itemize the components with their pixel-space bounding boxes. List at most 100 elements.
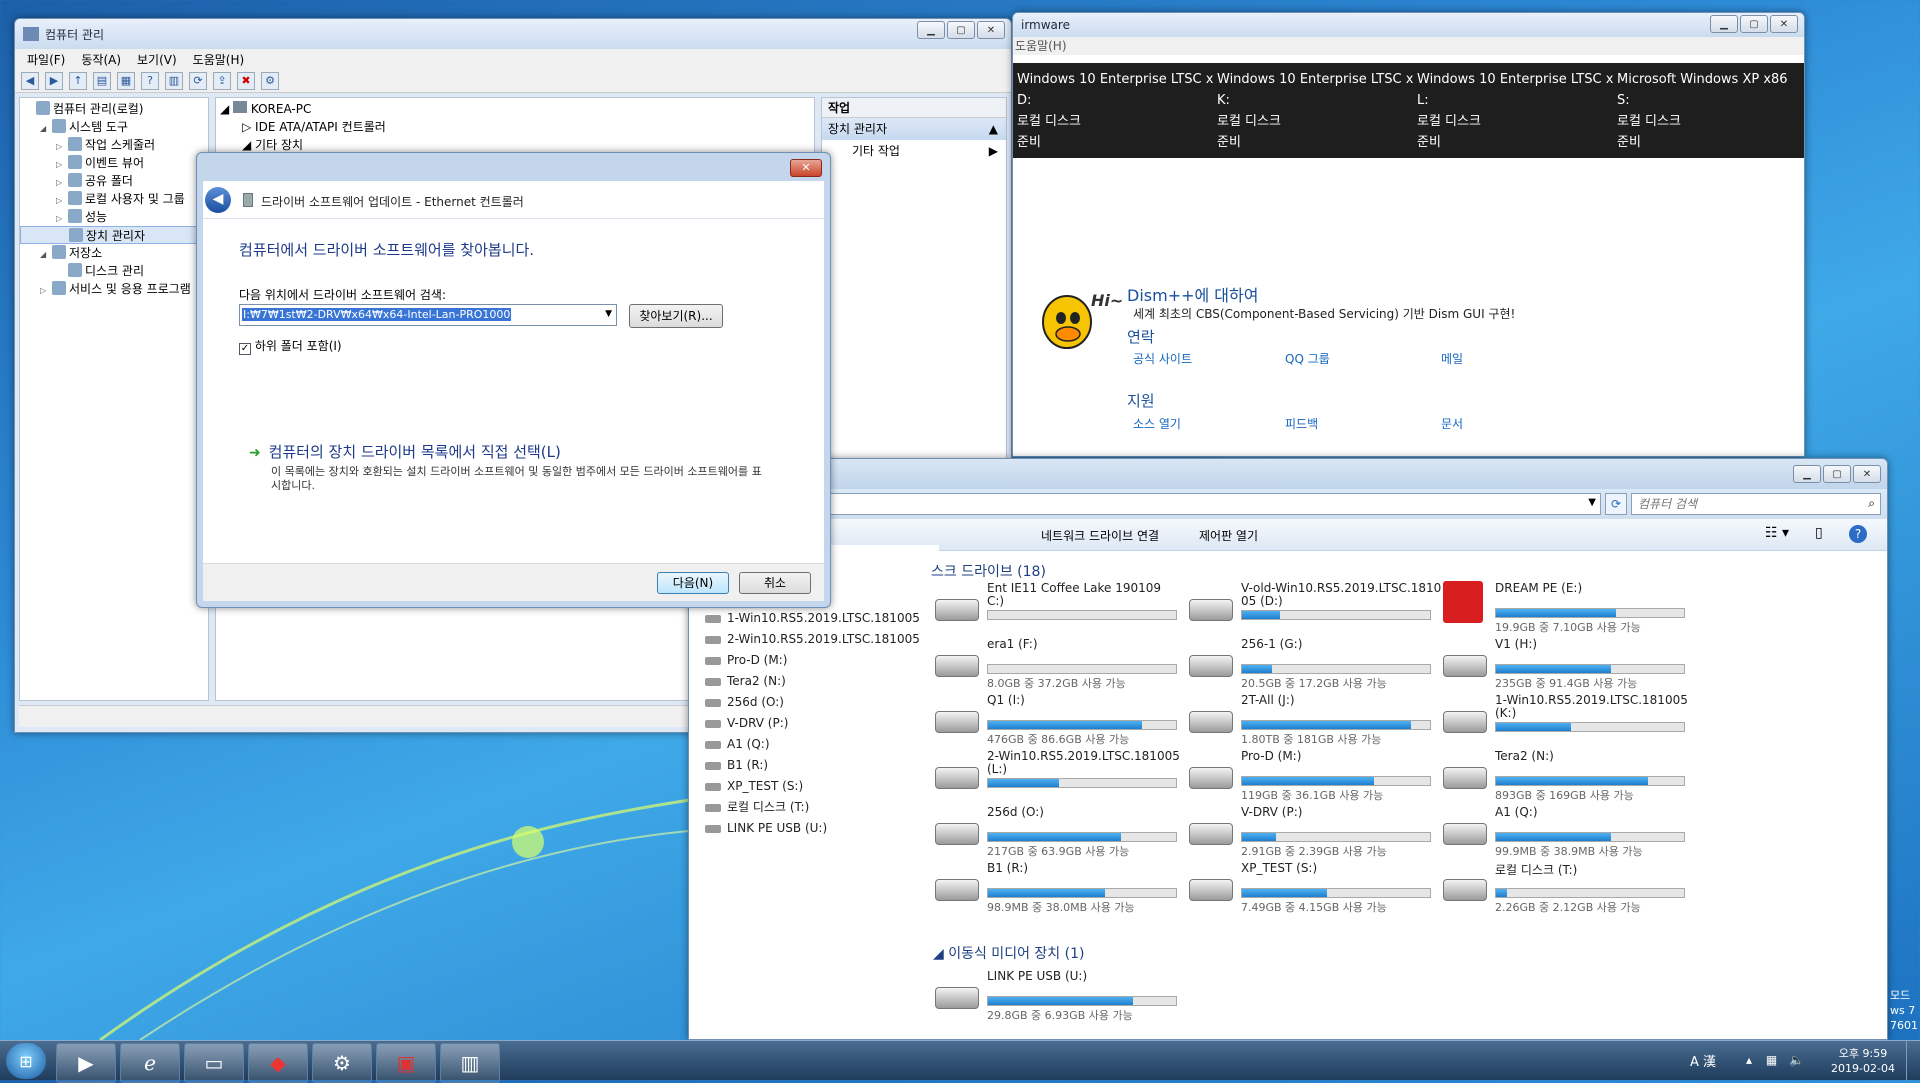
- back-icon[interactable]: ◀: [21, 71, 39, 90]
- taskbar-toolbox[interactable]: ▣: [376, 1043, 436, 1083]
- title-bar[interactable]: 컴퓨터 관리: [15, 19, 1011, 49]
- drive-tile[interactable]: 1-Win10.RS5.2019.LTSC.181005 (K:): [1443, 693, 1693, 745]
- back-arrow-icon[interactable]: ◀: [205, 187, 231, 213]
- tree-item[interactable]: ▷ 이벤트 뷰어: [20, 154, 208, 172]
- clock-time[interactable]: 오후 9:59: [1833, 1045, 1893, 1061]
- preview-pane-icon[interactable]: ▯: [1815, 525, 1823, 541]
- search-icon[interactable]: ⌕: [1868, 496, 1875, 511]
- explorer-maximize-button[interactable]: ▢: [1823, 465, 1851, 483]
- address-dropdown-icon[interactable]: ▼: [1588, 497, 1596, 508]
- tree-item[interactable]: ▷ 공유 폴더: [20, 172, 208, 190]
- docs-link[interactable]: 문서: [1441, 415, 1463, 432]
- pick-from-list-link[interactable]: ➜ 컴퓨터의 장치 드라이버 목록에서 직접 선택(L): [249, 441, 561, 462]
- drive-tile[interactable]: A1 (Q:) 99.9MB 중 38.9MB 사용 가능: [1443, 805, 1693, 858]
- tree-item[interactable]: ▷ 성능: [20, 208, 208, 226]
- nav-drive-item[interactable]: V-DRV (P:): [693, 713, 939, 734]
- help-icon[interactable]: ?: [1849, 525, 1867, 543]
- uninstall-icon[interactable]: ✖: [237, 71, 255, 90]
- nav-drive-item[interactable]: 1-Win10.RS5.2019.LTSC.181005: [693, 608, 939, 629]
- volume-icon[interactable]: 🔈: [1789, 1053, 1804, 1067]
- cancel-button[interactable]: 취소: [739, 572, 811, 594]
- browse-button[interactable]: 찾아보기(R)...: [629, 304, 723, 328]
- image-column[interactable]: Windows 10 Enterprise LTSC xt D: 로컬 디스크 준비: [1017, 69, 1213, 153]
- minimize-button[interactable]: ▁: [917, 21, 945, 39]
- open-control-panel-button[interactable]: 제어판 열기: [1199, 527, 1258, 544]
- drive-tile[interactable]: Pro-D (M:) 119GB 중 36.1GB 사용 가능: [1189, 749, 1439, 802]
- taskbar-explorer[interactable]: ▭: [184, 1043, 244, 1083]
- expand-icon[interactable]: ◢: [40, 120, 52, 138]
- nav-drive-item[interactable]: B1 (R:): [693, 755, 939, 776]
- image-column[interactable]: Windows 10 Enterprise LTSC xt K: 로컬 디스크 준비: [1217, 69, 1413, 153]
- action-pane-icon[interactable]: ▥: [165, 71, 183, 90]
- next-button[interactable]: 다음(N): [657, 572, 729, 594]
- feedback-link[interactable]: 피드백: [1285, 415, 1318, 432]
- taskbar-media-player[interactable]: ▶: [56, 1043, 116, 1083]
- drive-tile[interactable]: 2-Win10.RS5.2019.LTSC.181005 (L:): [935, 749, 1185, 801]
- mail-link[interactable]: 메일: [1441, 350, 1463, 367]
- forward-icon[interactable]: ▶: [45, 71, 63, 90]
- drive-tile[interactable]: era1 (F:) 8.0GB 중 37.2GB 사용 가능: [935, 637, 1185, 690]
- taskbar-computer-management[interactable]: ▥: [440, 1043, 500, 1083]
- path-dropdown-icon[interactable]: ▼: [605, 309, 612, 319]
- group-header-hdd[interactable]: 스크 드라이브 (18): [931, 561, 1046, 581]
- checkbox-icon[interactable]: ✓: [239, 343, 251, 355]
- menu-view[interactable]: 보기(V): [137, 51, 177, 68]
- map-network-drive-button[interactable]: 네트워크 드라이브 연결: [1041, 527, 1159, 544]
- nav-drive-item[interactable]: A1 (Q:): [693, 734, 939, 755]
- include-subfolders-checkbox[interactable]: ✓ 하위 폴더 포함(I): [239, 337, 342, 355]
- dism-minimize-button[interactable]: ▁: [1710, 15, 1738, 33]
- maximize-button[interactable]: ▢: [947, 21, 975, 39]
- show-desktop-button[interactable]: [1906, 1041, 1920, 1081]
- tree-item[interactable]: 장치 관리자: [20, 226, 208, 244]
- tree-item[interactable]: ▷ 로컬 사용자 및 그룹: [20, 190, 208, 208]
- path-value[interactable]: I:₩7₩1st₩2-DRV₩x64₩x64-Intel-Lan-PRO1000: [242, 308, 512, 321]
- menu-help[interactable]: 도움말(H): [193, 51, 245, 68]
- drive-tile[interactable]: 2T-All (J:) 1.80TB 중 181GB 사용 가능: [1189, 693, 1439, 746]
- taskbar-internet-explorer[interactable]: ℯ: [120, 1043, 180, 1083]
- image-column[interactable]: Microsoft Windows XP x86 S: 로컬 디스크 준비: [1617, 69, 1804, 153]
- taskbar-dism[interactable]: ⚙: [312, 1043, 372, 1083]
- tree-item[interactable]: 컴퓨터 관리(로컬): [20, 100, 208, 118]
- show-hidden-icon[interactable]: ▴: [1746, 1053, 1752, 1067]
- group-header-removable[interactable]: ◢ 이동식 미디어 장치 (1): [933, 943, 1084, 963]
- enable-device-icon[interactable]: ⚙: [261, 71, 279, 90]
- drive-tile[interactable]: 256-1 (G:) 20.5GB 중 17.2GB 사용 가능: [1189, 637, 1439, 690]
- drive-tile[interactable]: V-DRV (P:) 2.91GB 중 2.39GB 사용 가능: [1189, 805, 1439, 858]
- drive-tile[interactable]: DREAM PE (E:) 19.9GB 중 7.10GB 사용 가능: [1443, 581, 1693, 634]
- view-options-icon[interactable]: ☷ ▾: [1765, 525, 1789, 541]
- search-input[interactable]: [1638, 495, 1848, 513]
- update-driver-icon[interactable]: ⇪: [213, 71, 231, 90]
- drive-tile[interactable]: 로컬 디스크 (T:) 2.26GB 중 2.12GB 사용 가능: [1443, 861, 1693, 914]
- clock-date[interactable]: 2019-02-04: [1826, 1062, 1900, 1075]
- tree-item[interactable]: ◢ 저장소: [20, 244, 208, 262]
- help-icon[interactable]: ?: [141, 71, 159, 90]
- start-button[interactable]: ⊞: [6, 1043, 46, 1079]
- drive-tile[interactable]: XP_TEST (S:) 7.49GB 중 4.15GB 사용 가능: [1189, 861, 1439, 914]
- nav-drive-item[interactable]: 2-Win10.RS5.2019.LTSC.181005: [693, 629, 939, 650]
- drive-tile[interactable]: Tera2 (N:) 893GB 중 169GB 사용 가능: [1443, 749, 1693, 802]
- device-root[interactable]: ◢ KOREA-PC: [220, 100, 810, 118]
- nav-drive-item[interactable]: XP_TEST (S:): [693, 776, 939, 797]
- more-actions[interactable]: 기타 작업 ▶: [822, 140, 1006, 162]
- dism-maximize-button[interactable]: ▢: [1740, 15, 1768, 33]
- tree-item[interactable]: ◢ 시스템 도구: [20, 118, 208, 136]
- tree-item[interactable]: 디스크 관리: [20, 262, 208, 280]
- drive-tile[interactable]: V-old-Win10.RS5.2019.LTSC.1810 05 (D:): [1189, 581, 1441, 633]
- expand-icon[interactable]: ◢: [40, 246, 52, 264]
- search-box[interactable]: ⌕: [1631, 493, 1881, 515]
- close-button[interactable]: ✕: [977, 21, 1005, 39]
- tree-item[interactable]: ▷ 서비스 및 응용 프로그램: [20, 280, 208, 298]
- explorer-minimize-button[interactable]: ▁: [1793, 465, 1821, 483]
- drive-tile[interactable]: Ent IE11 Coffee Lake 190109 C:): [935, 581, 1185, 633]
- ime-indicator[interactable]: A 漢: [1690, 1051, 1716, 1070]
- nav-drive-item[interactable]: Tera2 (N:): [693, 671, 939, 692]
- nav-drive-item[interactable]: LINK PE USB (U:): [693, 818, 939, 839]
- nav-drive-item[interactable]: 로컬 디스크 (T:): [693, 797, 939, 818]
- network-icon[interactable]: ▦: [1766, 1053, 1777, 1067]
- menu-action[interactable]: 동작(A): [81, 51, 121, 68]
- drive-tile[interactable]: LINK PE USB (U:) 29.8GB 중 6.93GB 사용 가능: [935, 969, 1185, 1022]
- expand-icon[interactable]: ▷: [40, 282, 52, 300]
- image-column[interactable]: Windows 10 Enterprise LTSC xt L: 로컬 디스크 준비: [1417, 69, 1613, 153]
- menu-file[interactable]: 파일(F): [27, 51, 65, 68]
- explorer-close-button[interactable]: ✕: [1853, 465, 1881, 483]
